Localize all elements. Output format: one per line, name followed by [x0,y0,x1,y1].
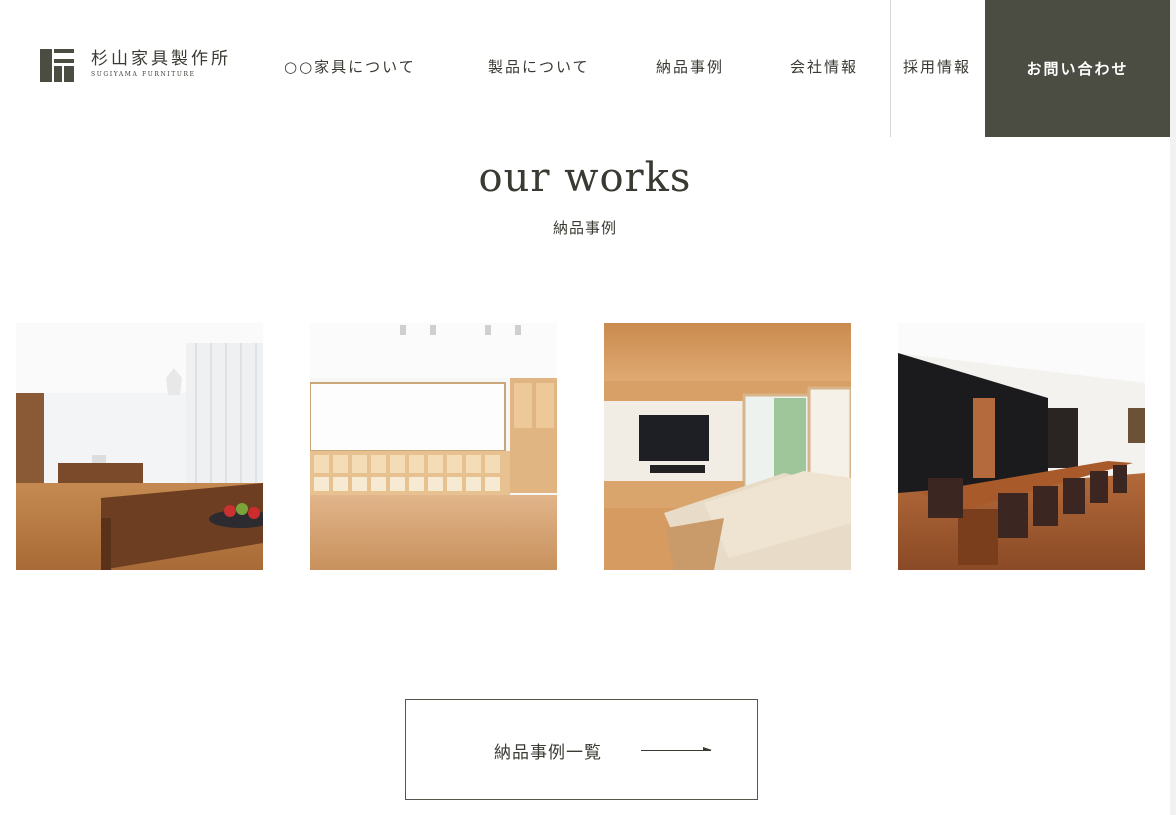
nav-item-about-furniture[interactable]: ○○家具について [284,56,416,77]
logo-icon [40,49,74,82]
work-card-2[interactable] [310,323,557,570]
site-header: 杉山家具製作所 SUGIYAMA FURNITURE ○○家具について 製品につ… [0,0,1170,137]
nav-item-works[interactable]: 納品事例 [656,56,724,77]
arrow-right-icon [641,747,712,751]
brand-logo[interactable]: 杉山家具製作所 SUGIYAMA FURNITURE [40,49,231,82]
nav-item-company[interactable]: 会社情報 [790,56,858,77]
contact-button[interactable]: お問い合わせ [985,0,1170,137]
section-subtitle: 納品事例 [552,219,617,237]
brand-name-en: SUGIYAMA FURNITURE [91,71,196,78]
living-room-tv-sofa-photo-icon [604,323,851,570]
view-all-works-button[interactable]: 納品事例一覧 [405,699,758,800]
section-title: our works [478,155,692,201]
kids-room-shelves-photo-icon [310,323,557,570]
brand-name-jp: 杉山家具製作所 [91,49,231,69]
long-dining-table-photo-icon [898,323,1145,570]
view-all-label: 納品事例一覧 [494,743,602,763]
dining-room-photo-icon [16,323,263,570]
nav-item-recruit[interactable]: 採用情報 [903,56,971,77]
scrollbar[interactable] [1170,0,1176,815]
nav-item-products[interactable]: 製品について [488,56,590,77]
work-card-1[interactable] [16,323,263,570]
work-card-3[interactable] [604,323,851,570]
work-card-4[interactable] [898,323,1145,570]
nav-divider [890,0,891,137]
